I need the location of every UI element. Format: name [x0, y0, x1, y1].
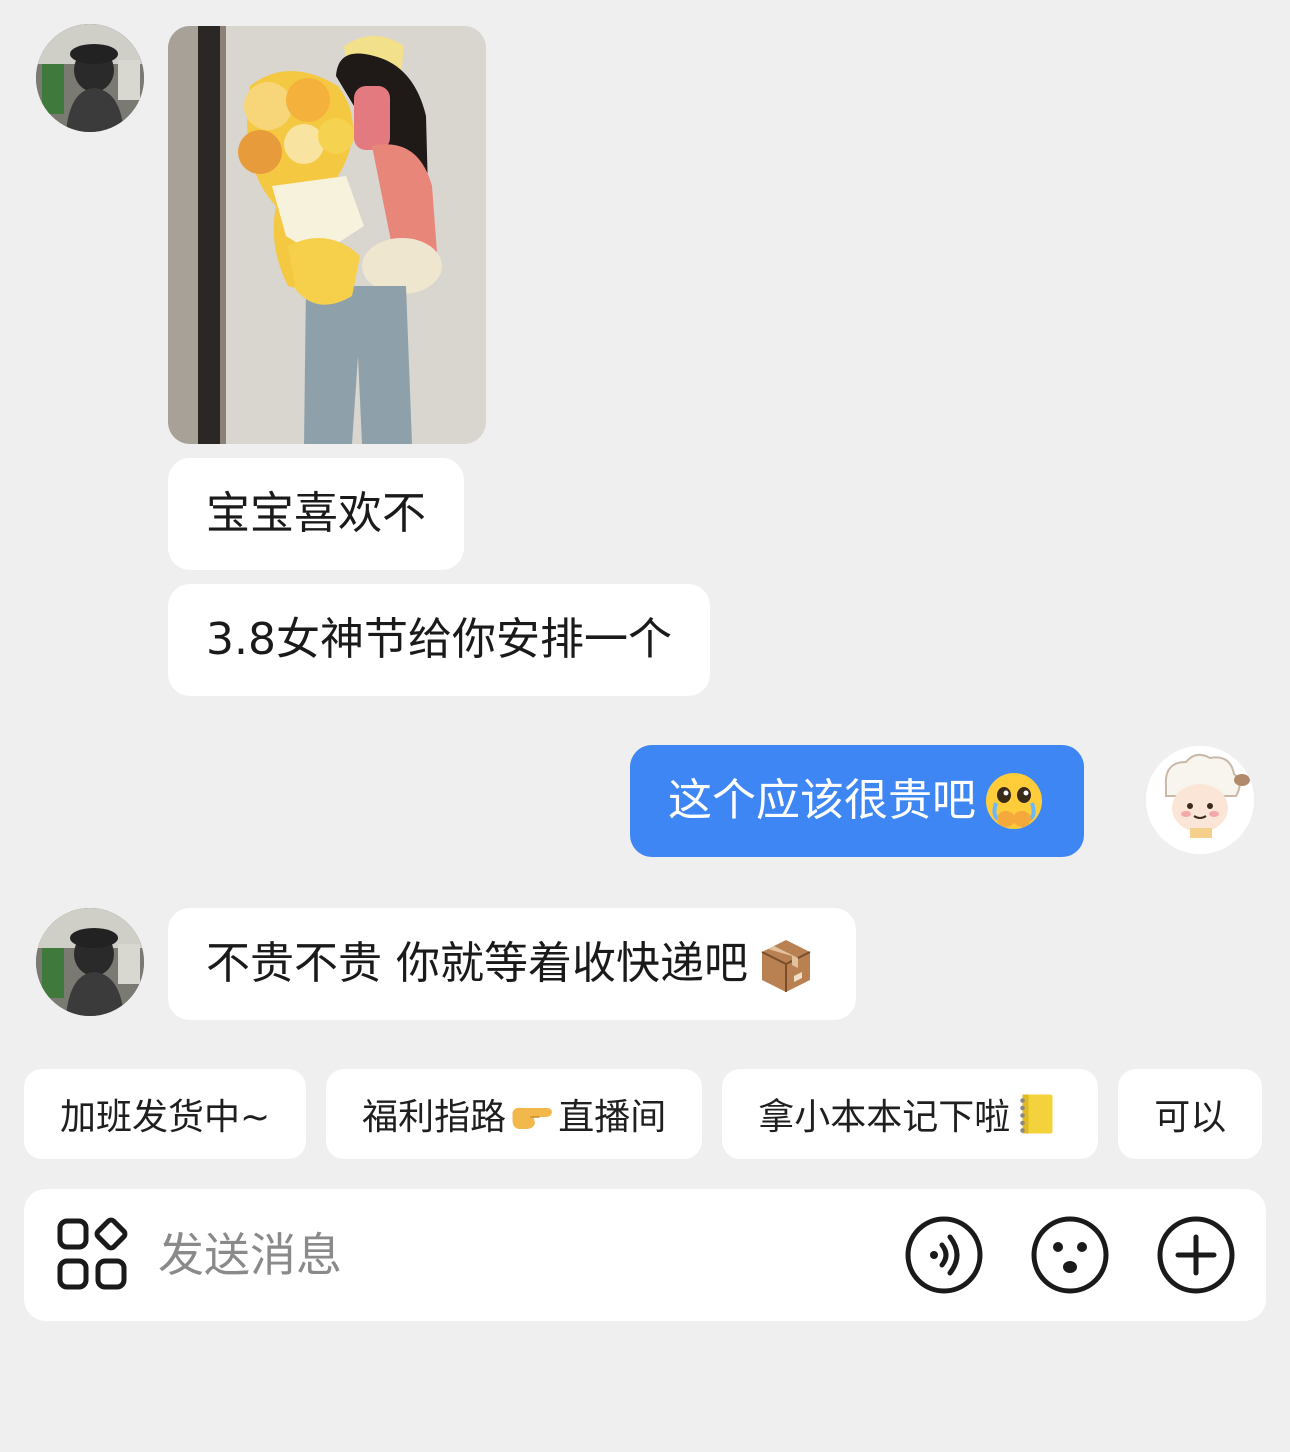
- quick-reply-label: 直播间: [558, 1097, 667, 1138]
- emoji-face-icon[interactable]: [1030, 1215, 1110, 1295]
- plus-icon[interactable]: [1156, 1215, 1236, 1295]
- quick-reply-chip[interactable]: 可以: [1118, 1069, 1263, 1159]
- quick-reply-label: 福利指路: [362, 1097, 507, 1138]
- quick-replies-bar: 加班发货中~ 福利指路 直播间 拿小本本记下啦 可以: [24, 1069, 1290, 1159]
- chat-screen: 宝宝喜欢不 3.8女神节给你安排一个 这个应该很贵吧 不贵不贵 你就等着收快递吧…: [0, 0, 1290, 1452]
- apps-icon[interactable]: [54, 1215, 134, 1295]
- quick-reply-chip[interactable]: 加班发货中~: [24, 1069, 307, 1159]
- message-text: 3.8女神节给你安排一个: [206, 614, 672, 665]
- pointing-right-emoji: [512, 1107, 553, 1129]
- message-bubble[interactable]: 宝宝喜欢不: [168, 458, 464, 570]
- message-input[interactable]: 发送消息: [158, 1189, 342, 1321]
- my-avatar[interactable]: [1146, 746, 1254, 854]
- quick-reply-chip[interactable]: 福利指路 直播间: [326, 1069, 703, 1159]
- quick-reply-label: 可以: [1154, 1097, 1227, 1138]
- message-text: 不贵不贵 你就等着收快递吧: [206, 938, 748, 989]
- quick-reply-chip[interactable]: 拿小本本记下啦: [722, 1069, 1099, 1159]
- quick-reply-label: 拿小本本记下啦: [758, 1097, 1011, 1138]
- message-text: 宝宝喜欢不: [206, 488, 426, 539]
- voice-icon[interactable]: [904, 1215, 984, 1295]
- notebook-emoji: [1020, 1094, 1053, 1134]
- message-bubble[interactable]: 不贵不贵 你就等着收快递吧: [168, 908, 856, 1020]
- image-message[interactable]: [168, 26, 486, 444]
- crying-face-emoji: [986, 773, 1042, 829]
- message-text: 这个应该很贵吧: [668, 775, 976, 826]
- quick-reply-label: 加班发货中~: [60, 1097, 271, 1138]
- message-input-bar: 发送消息: [24, 1189, 1266, 1321]
- message-bubble-outgoing[interactable]: 这个应该很贵吧: [630, 745, 1084, 857]
- message-bubble[interactable]: 3.8女神节给你安排一个: [168, 584, 710, 696]
- package-emoji: [761, 940, 811, 992]
- contact-avatar[interactable]: [36, 908, 144, 1016]
- contact-avatar[interactable]: [36, 24, 144, 132]
